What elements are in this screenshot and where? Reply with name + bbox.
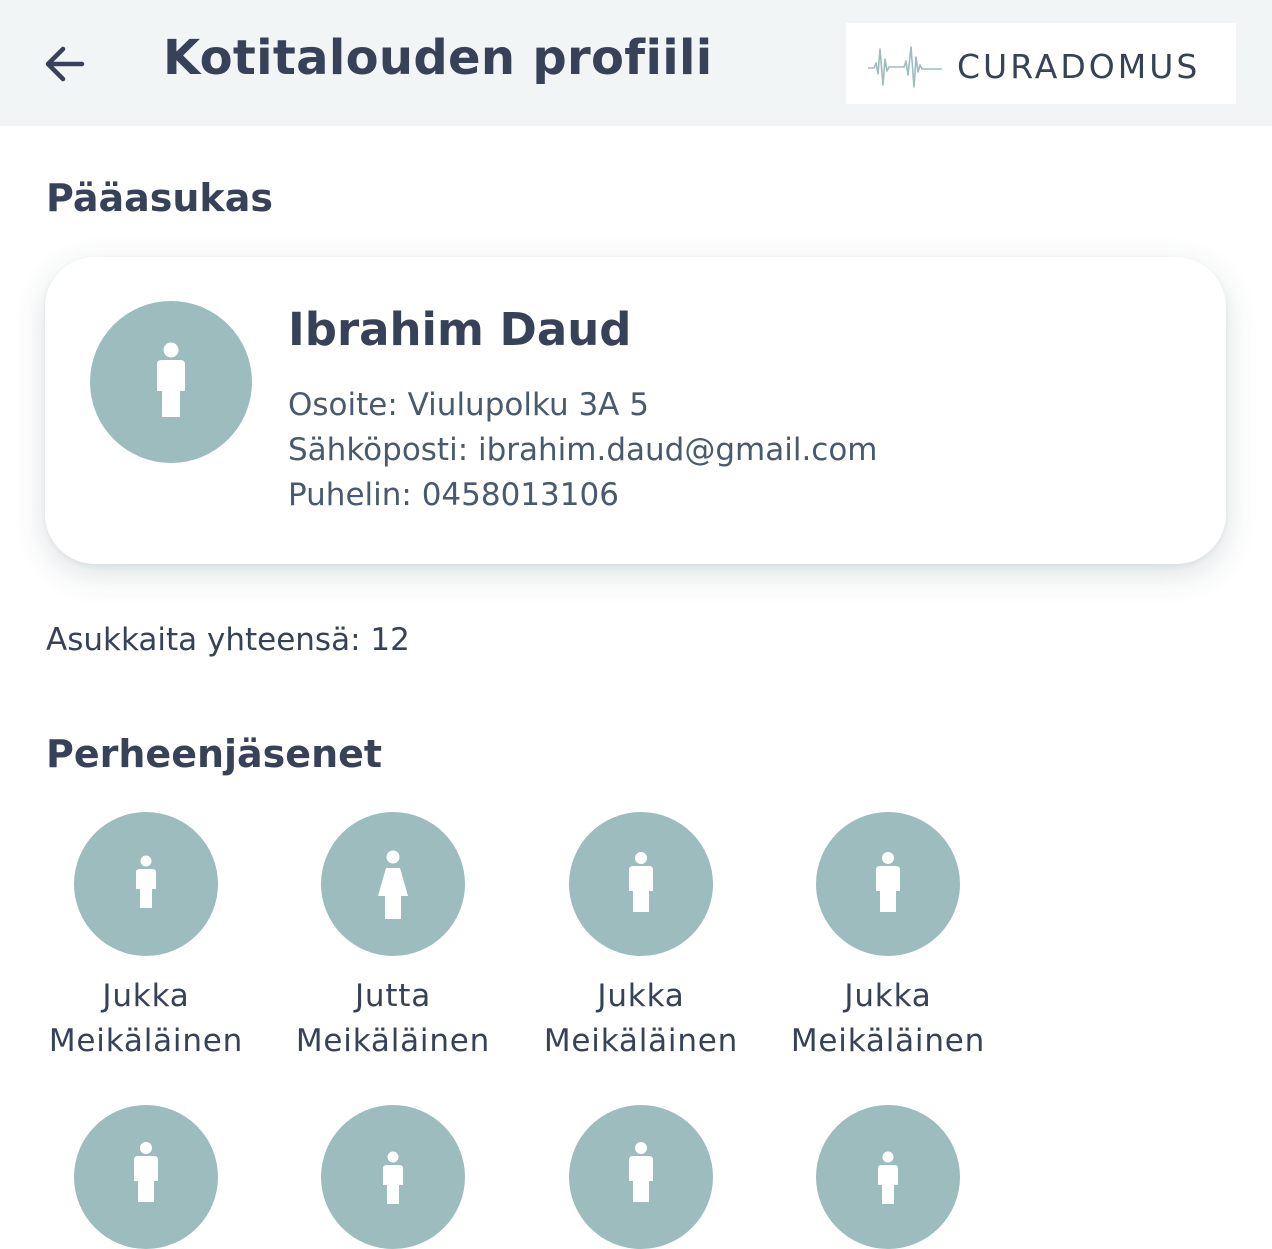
child-person-icon xyxy=(136,855,156,908)
female-person-icon xyxy=(378,850,408,919)
member-avatar xyxy=(569,812,713,956)
male-person-icon xyxy=(134,1142,158,1202)
brand-logo: CURADOMUS xyxy=(846,23,1236,104)
child-person-icon xyxy=(878,1151,898,1204)
brand-name: CURADOMUS xyxy=(957,47,1201,86)
male-person-icon xyxy=(157,342,185,417)
member-avatar xyxy=(74,812,218,956)
member-first-name: Jukka xyxy=(102,978,190,1014)
family-member-card[interactable] xyxy=(531,1105,751,1249)
main-resident-address: Osoite: Viulupolku 3A 5 xyxy=(288,387,649,423)
member-last-name: Meikäläinen xyxy=(295,1023,491,1059)
member-avatar xyxy=(816,812,960,956)
main-resident-email: Sähköposti: ibrahim.daud@gmail.com xyxy=(288,432,878,468)
main-resident-avatar xyxy=(90,301,252,463)
heartbeat-logo-icon xyxy=(868,46,942,88)
main-resident-heading: Pääasukas xyxy=(46,176,273,220)
family-member-card[interactable] xyxy=(283,1105,503,1249)
family-members-heading: Perheenjäsenet xyxy=(46,732,383,776)
member-last-name: Meikäläinen xyxy=(543,1023,739,1059)
family-member-card[interactable]: Jukka Meikäläinen xyxy=(36,812,256,1064)
family-member-card[interactable]: Jutta Meikäläinen xyxy=(283,812,503,1064)
member-avatar xyxy=(569,1105,713,1249)
male-person-icon xyxy=(629,852,653,912)
page-title: Kotitalouden profiili xyxy=(163,30,713,86)
main-resident-card[interactable]: Ibrahim Daud Osoite: Viulupolku 3A 5 Säh… xyxy=(45,257,1226,564)
family-member-card[interactable] xyxy=(778,1105,998,1249)
top-app-bar: Kotitalouden profiili CURADOMUS xyxy=(0,0,1272,126)
member-last-name: Meikäläinen xyxy=(48,1023,244,1059)
member-avatar xyxy=(321,1105,465,1249)
member-avatar xyxy=(74,1105,218,1249)
family-member-card[interactable] xyxy=(36,1105,256,1249)
member-avatar xyxy=(816,1105,960,1249)
main-resident-name: Ibrahim Daud xyxy=(288,303,632,356)
male-person-icon xyxy=(629,1142,653,1202)
family-member-card[interactable]: Jukka Meikäläinen xyxy=(531,812,751,1064)
arrow-left-icon xyxy=(45,46,85,82)
resident-count: Asukkaita yhteensä: 12 xyxy=(46,622,410,658)
back-button[interactable] xyxy=(40,40,88,88)
member-first-name: Jutta xyxy=(354,978,432,1014)
male-person-icon xyxy=(876,852,900,912)
child-person-icon xyxy=(383,1151,403,1204)
member-first-name: Jukka xyxy=(597,978,685,1014)
member-avatar xyxy=(321,812,465,956)
member-last-name: Meikäläinen xyxy=(790,1023,986,1059)
family-member-card[interactable]: Jukka Meikäläinen xyxy=(778,812,998,1064)
main-resident-phone: Puhelin: 0458013106 xyxy=(288,477,619,513)
member-first-name: Jukka xyxy=(844,978,932,1014)
